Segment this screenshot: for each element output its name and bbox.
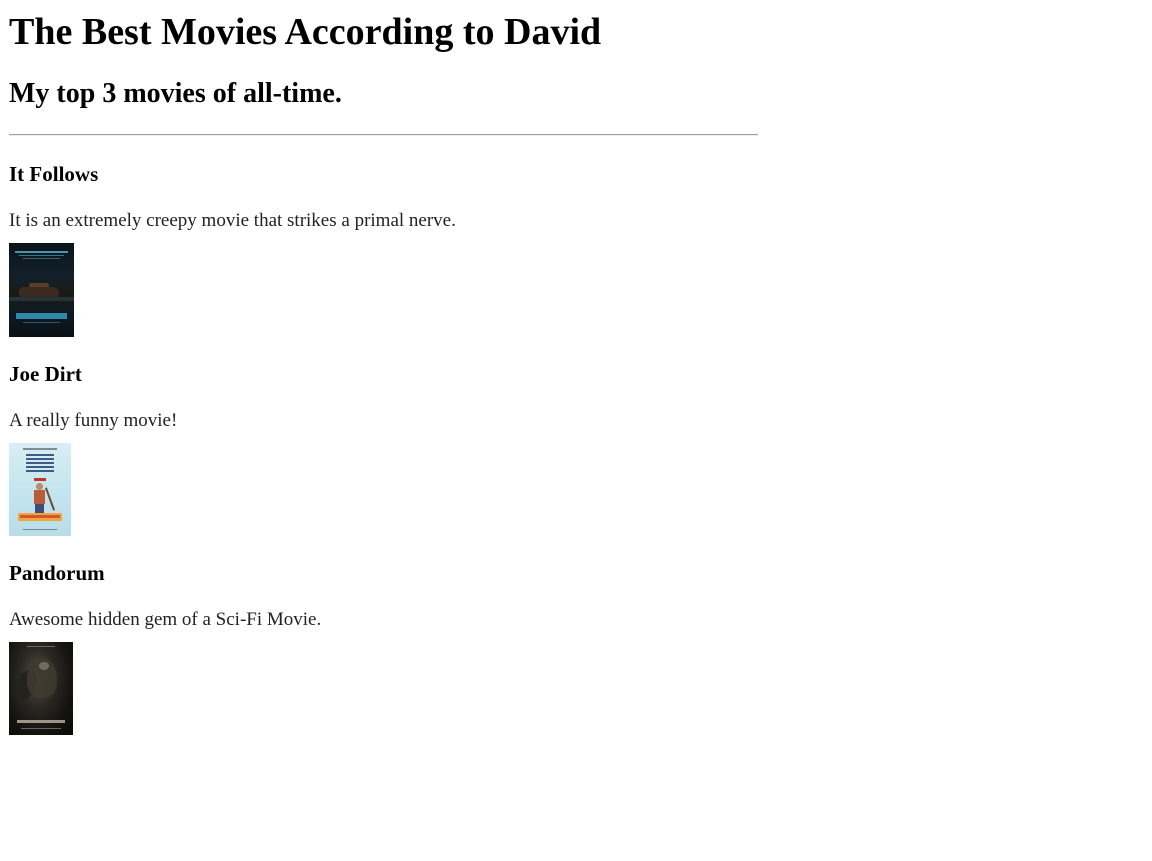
it-follows-poster-image [9, 243, 74, 337]
joe-dirt-poster-image [9, 443, 71, 536]
movie-title: Joe Dirt [9, 362, 82, 386]
movie-description: Awesome hidden gem of a Sci-Fi Movie. [9, 609, 322, 630]
movie-description: A really funny movie! [9, 410, 178, 431]
movie-title: Pandorum [9, 561, 105, 585]
divider [9, 134, 758, 136]
page-subtitle: My top 3 movies of all-time. [9, 78, 342, 109]
movie-item-it-follows: It Follows It is an extremely creepy mov… [9, 161, 769, 337]
movie-title: It Follows [9, 162, 99, 186]
pandorum-poster-image [9, 642, 73, 735]
page-title: The Best Movies According to David [9, 11, 602, 53]
movie-item-pandorum: Pandorum Awesome hidden gem of a Sci-Fi … [9, 560, 769, 735]
movie-item-joe-dirt: Joe Dirt A really funny movie! [9, 361, 769, 536]
page-content: The Best Movies According to David My to… [9, 0, 769, 735]
movie-description: It is an extremely creepy movie that str… [9, 210, 456, 231]
